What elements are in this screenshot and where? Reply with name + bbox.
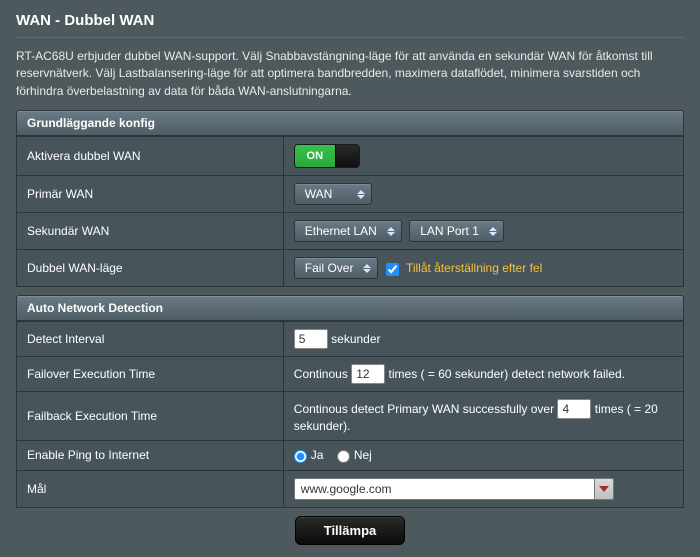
section-autonet-header: Auto Network Detection: [16, 295, 684, 321]
fallback-checkbox[interactable]: [386, 263, 399, 276]
failback-prefix: Continous detect Primary WAN successfull…: [294, 402, 554, 416]
enable-dual-wan-label: Aktivera dubbel WAN: [17, 137, 284, 176]
target-dropdown-button[interactable]: [594, 478, 614, 500]
failover-times-input[interactable]: [351, 364, 385, 384]
dual-wan-mode-label: Dubbel WAN-läge: [17, 250, 284, 287]
primary-wan-select[interactable]: WAN: [294, 183, 372, 205]
select-arrows-icon: [363, 264, 371, 273]
ping-no-wrap[interactable]: Nej: [337, 448, 372, 462]
select-arrows-icon: [387, 227, 395, 236]
secondary-wan-type-value: Ethernet LAN: [305, 224, 387, 238]
failover-time-label: Failover Execution Time: [17, 357, 284, 392]
page-title: WAN - Dubbel WAN: [16, 8, 684, 37]
ping-yes-wrap[interactable]: Ja: [294, 448, 327, 462]
detect-interval-label: Detect Interval: [17, 322, 284, 357]
primary-wan-value: WAN: [305, 187, 357, 201]
apply-button[interactable]: Tillämpa: [295, 516, 406, 545]
enable-ping-label: Enable Ping to Internet: [17, 441, 284, 470]
select-arrows-icon: [489, 227, 497, 236]
enable-dual-wan-toggle[interactable]: ON: [294, 144, 360, 168]
target-label: Mål: [17, 470, 284, 507]
secondary-wan-label: Sekundär WAN: [17, 213, 284, 250]
ping-no-label: Nej: [354, 448, 372, 462]
failover-prefix: Continous: [294, 367, 348, 381]
dual-wan-mode-select[interactable]: Fail Over: [294, 257, 379, 279]
secondary-wan-port-select[interactable]: LAN Port 1: [409, 220, 504, 242]
failback-time-label: Failback Execution Time: [17, 392, 284, 441]
target-combobox[interactable]: [294, 478, 614, 500]
ping-yes-label: Ja: [311, 448, 324, 462]
basic-config-table: Aktivera dubbel WAN ON Primär WAN WAN Se…: [16, 136, 684, 287]
primary-wan-label: Primär WAN: [17, 176, 284, 213]
select-arrows-icon: [357, 190, 365, 199]
ping-no-radio[interactable]: [337, 450, 350, 463]
divider: [16, 37, 684, 38]
dual-wan-mode-value: Fail Over: [305, 261, 364, 275]
toggle-knob: [335, 145, 359, 167]
secondary-wan-port-value: LAN Port 1: [420, 224, 489, 238]
toggle-on-label: ON: [295, 145, 335, 167]
fallback-checkbox-label: Tillåt återställning efter fel: [406, 261, 542, 275]
detect-interval-input[interactable]: [294, 329, 328, 349]
target-input[interactable]: [294, 478, 594, 500]
page-description: RT-AC68U erbjuder dubbel WAN-support. Vä…: [16, 48, 684, 100]
failback-times-input[interactable]: [557, 399, 591, 419]
secondary-wan-type-select[interactable]: Ethernet LAN: [294, 220, 402, 242]
ping-yes-radio[interactable]: [294, 450, 307, 463]
autonet-table: Detect Interval sekunder Failover Execut…: [16, 321, 684, 507]
failover-suffix: times ( = 60 sekunder) detect network fa…: [389, 367, 625, 381]
section-basic-header: Grundläggande konfig: [16, 110, 684, 136]
detect-interval-unit: sekunder: [331, 332, 380, 346]
dropdown-triangle-icon: [599, 486, 609, 492]
fallback-checkbox-wrap[interactable]: Tillåt återställning efter fel: [386, 261, 542, 275]
